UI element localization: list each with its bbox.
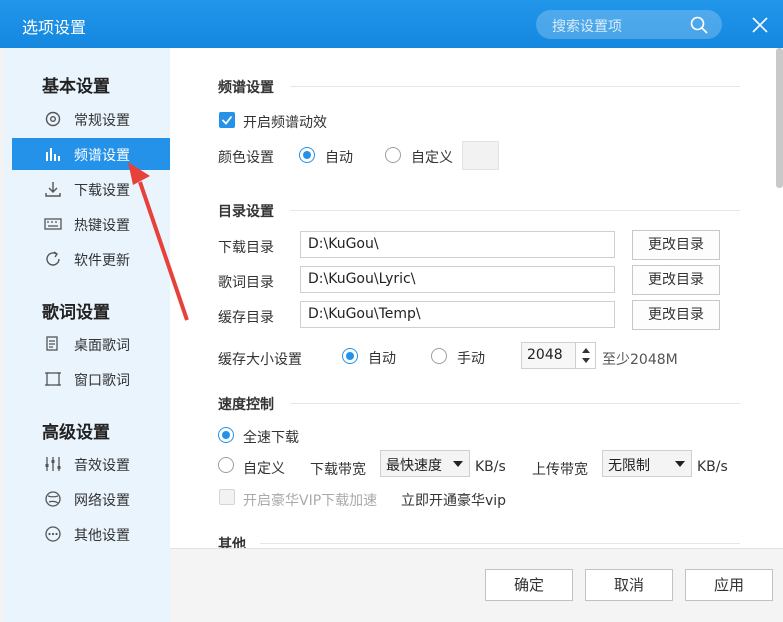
stepper-up-down-icon[interactable] [576,343,596,368]
cache-manual-radio[interactable] [431,348,447,364]
custom-speed-radio[interactable] [218,457,234,473]
download-bw-unit: KB/s [475,459,506,475]
sidebar-item-label: 桌面歌词 [74,338,130,354]
sidebar-item-sound-effect[interactable]: 音效设置 [12,448,170,480]
download-dir-label: 下载目录 [218,240,274,256]
apply-button[interactable]: 应用 [685,569,773,601]
sidebar-item-desktop-lyric[interactable]: 桌面歌词 [12,328,170,360]
search-placeholder: 搜索设置项 [552,19,622,35]
cache-dir-label: 缓存目录 [218,310,274,326]
title-bar: 选项设置 搜索设置项 [0,0,783,48]
sidebar-item-update[interactable]: 软件更新 [12,243,170,275]
color-auto-radio[interactable] [299,147,315,163]
sidebar-item-label: 窗口歌词 [74,373,130,389]
upload-bw-select[interactable]: 无限制 [602,450,692,477]
vip-boost-label: 开启豪华VIP下载加速 [243,493,378,509]
window-title: 选项设置 [22,18,87,37]
color-setting-label: 颜色设置 [218,150,274,166]
cache-size-hint: 至少2048M [602,352,678,368]
stepper-arrows[interactable] [575,343,595,368]
chevron-down-icon [453,461,463,467]
desktop-lyric-icon [46,336,58,351]
more-icon [45,526,61,542]
close-icon[interactable] [751,16,769,34]
change-lyric-dir-button[interactable]: 更改目录 [632,265,720,295]
section-divider [260,543,740,544]
window-lyric-icon [45,372,61,386]
section-divider [290,210,740,211]
section-title-speed: 速度控制 [218,397,274,413]
color-swatch[interactable] [462,141,499,170]
sidebar-item-download[interactable]: 下载设置 [12,173,170,205]
equalizer-icon [45,457,61,471]
upload-bw-label: 上传带宽 [532,462,588,478]
update-icon [46,251,60,266]
sidebar-item-label: 热键设置 [74,218,130,234]
full-speed-label[interactable]: 全速下载 [243,427,299,447]
sidebar-item-label: 网络设置 [74,493,130,509]
sidebar-item-label: 其他设置 [74,528,130,544]
vip-boost-checkbox[interactable] [219,489,235,505]
change-download-dir-button[interactable]: 更改目录 [632,230,720,260]
vip-upgrade-link[interactable]: 立即开通豪华vip [401,490,506,510]
chevron-down-icon [675,461,685,467]
section-title-directory: 目录设置 [218,204,274,220]
sidebar-item-window-lyric[interactable]: 窗口歌词 [12,363,170,395]
ok-button[interactable]: 确定 [485,569,573,601]
lyric-dir-label: 歌词目录 [218,275,274,291]
color-auto-label[interactable]: 自动 [325,147,353,167]
upload-bw-value: 无限制 [608,458,650,474]
enable-spectrum-checkbox[interactable] [219,112,235,128]
scrollbar-thumb[interactable] [776,48,783,188]
section-title-spectrum: 频谱设置 [218,80,274,96]
cache-size-value[interactable]: 2048 [527,347,563,363]
sidebar-item-spectrum[interactable]: 频谱设置 [12,138,170,170]
search-icon[interactable] [690,16,708,34]
sidebar: 基本设置 常规设置 频谱设置 下载设置 热键设置 软件更新 歌词设置 桌面歌词 … [4,48,170,622]
group-lyric-settings: 歌词设置 [42,303,110,323]
keyboard-icon [44,218,62,230]
cache-auto-label[interactable]: 自动 [368,348,396,368]
group-basic-settings: 基本设置 [42,77,110,97]
upload-bw-unit: KB/s [697,459,728,475]
settings-panel: 频谱设置 开启频谱动效 颜色设置 自动 自定义 目录设置 下载目录 D:\KuG… [170,48,783,548]
sidebar-item-general[interactable]: 常规设置 [12,103,170,135]
sidebar-item-label: 下载设置 [74,183,130,199]
section-divider [290,86,740,87]
lyric-dir-field[interactable]: D:\KuGou\Lyric\ [300,266,615,293]
sidebar-item-hotkey[interactable]: 热键设置 [12,208,170,240]
download-dir-field[interactable]: D:\KuGou\ [300,231,615,258]
custom-speed-label[interactable]: 自定义 [243,458,285,478]
download-bw-label: 下载带宽 [310,462,366,478]
section-title-other: 其他 [218,537,246,548]
network-icon [45,491,61,507]
enable-spectrum-label[interactable]: 开启频谱动效 [243,112,327,132]
section-divider [290,403,740,404]
full-speed-radio[interactable] [218,427,234,443]
cancel-button[interactable]: 取消 [585,569,673,601]
color-custom-radio[interactable] [385,147,401,163]
sidebar-item-label: 频谱设置 [74,148,130,164]
download-icon [45,182,61,197]
spectrum-icon [46,148,60,161]
cache-auto-radio[interactable] [342,348,358,364]
cache-manual-label[interactable]: 手动 [457,348,485,368]
cache-size-label: 缓存大小设置 [218,352,302,368]
color-custom-label[interactable]: 自定义 [411,147,453,167]
sidebar-item-label: 软件更新 [74,253,130,269]
sidebar-item-network[interactable]: 网络设置 [12,483,170,515]
change-cache-dir-button[interactable]: 更改目录 [632,300,720,330]
download-bw-select[interactable]: 最快速度 [380,450,470,477]
cache-dir-field[interactable]: D:\KuGou\Temp\ [300,301,615,328]
sidebar-item-label: 音效设置 [74,458,130,474]
dialog-footer: 确定 取消 应用 [170,548,783,622]
cache-size-stepper[interactable]: 2048 [521,342,596,369]
sidebar-item-label: 常规设置 [74,113,130,129]
sidebar-item-other[interactable]: 其他设置 [12,518,170,550]
download-bw-value: 最快速度 [386,458,442,474]
check-icon [221,115,233,125]
group-advanced-settings: 高级设置 [42,423,110,443]
search-box[interactable]: 搜索设置项 [536,10,722,39]
gear-icon [45,111,61,127]
